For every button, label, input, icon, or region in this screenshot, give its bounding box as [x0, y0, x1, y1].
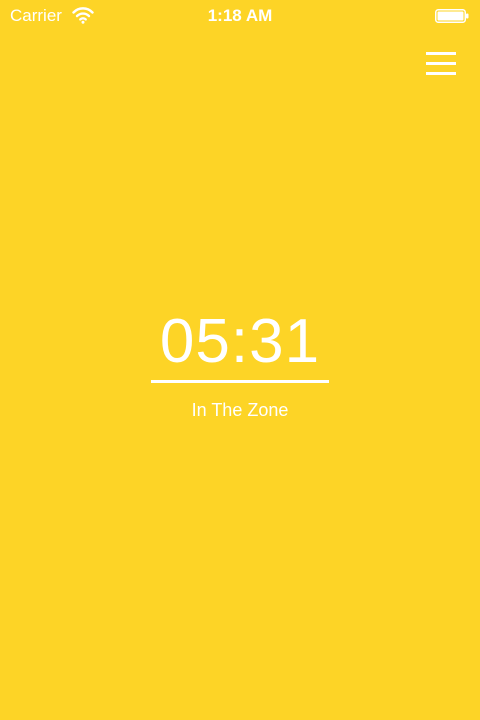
timer-status-label: In The Zone	[191, 400, 289, 420]
battery-icon	[435, 9, 469, 23]
timer-divider	[151, 380, 329, 383]
menu-button[interactable]	[424, 50, 458, 78]
timer-countdown: 05:31	[159, 307, 321, 376]
status-time: 1:18 AM	[207, 6, 273, 25]
timer-display: 05:31 In The Zone	[0, 306, 480, 421]
status-bar: Carrier 1:18 AM	[0, 0, 480, 32]
